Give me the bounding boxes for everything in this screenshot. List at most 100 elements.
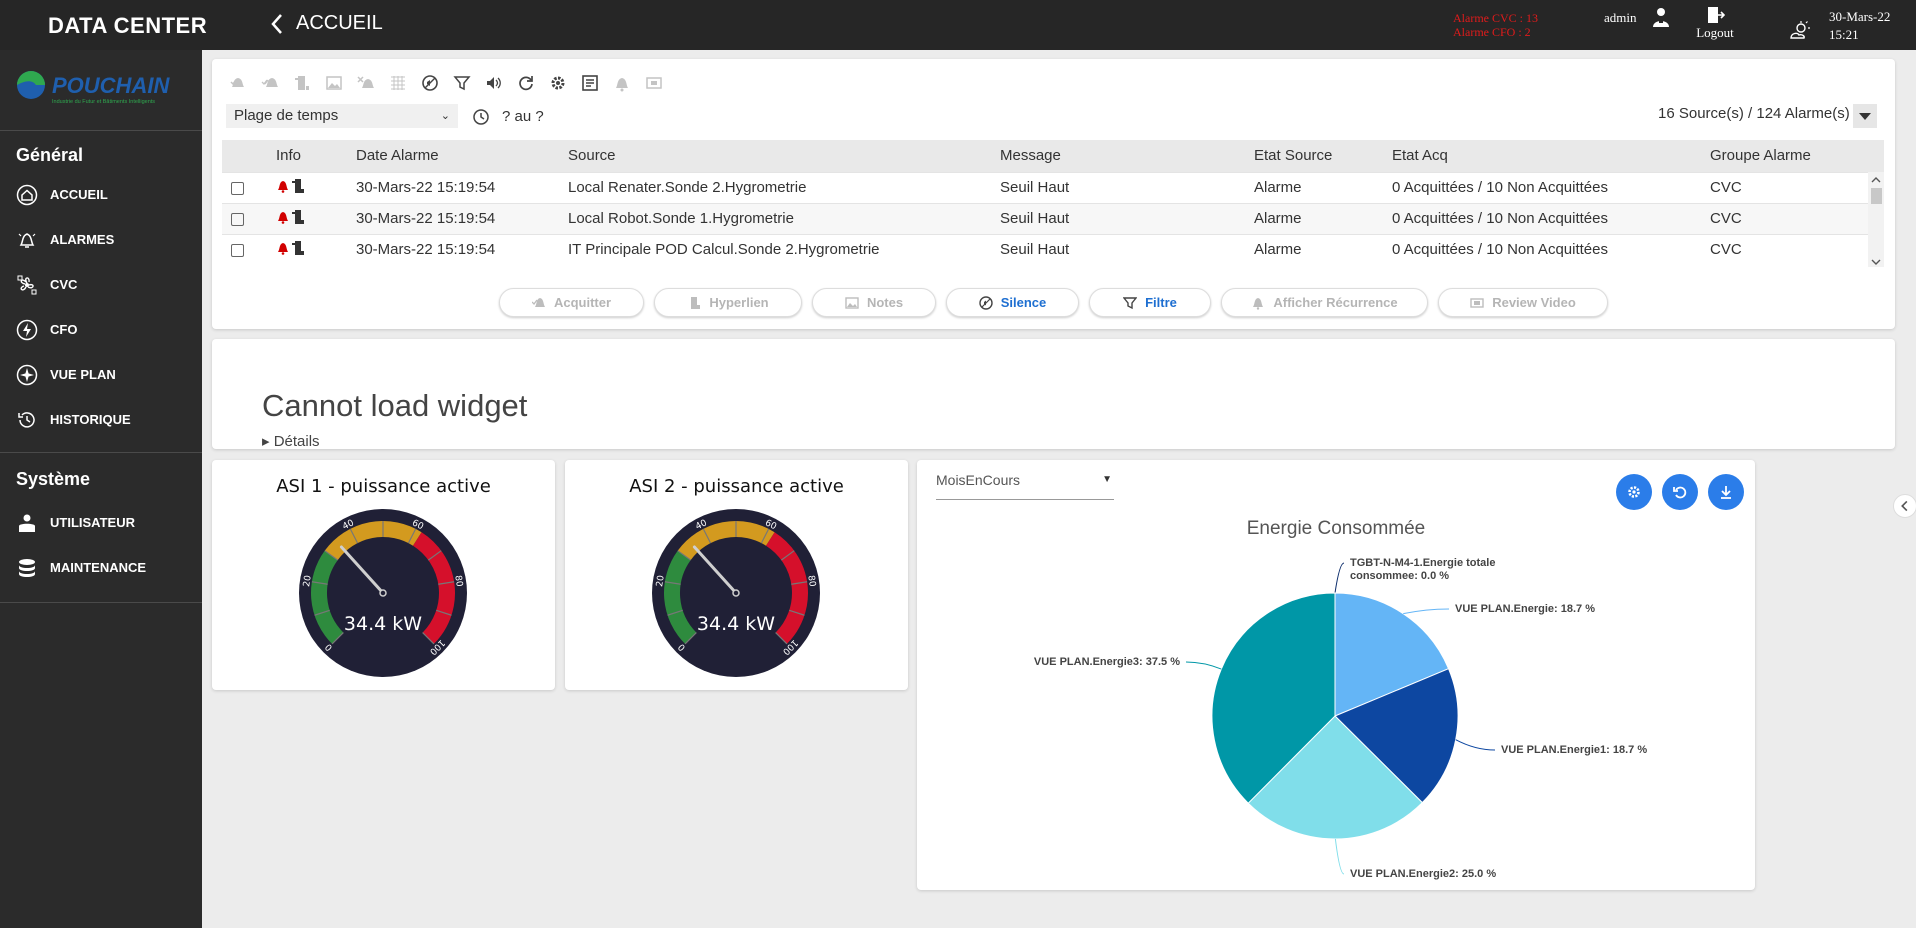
- settings-tool[interactable]: [546, 71, 570, 95]
- pie-data-label: VUE PLAN.Energie: 18.7 %: [1455, 603, 1595, 615]
- gauge-value-label: 34.4 kW: [697, 613, 775, 635]
- silence-tool[interactable]: [418, 71, 442, 95]
- chart-download-button[interactable]: [1708, 474, 1744, 510]
- sidebar-item-historique[interactable]: HISTORIQUE: [0, 397, 202, 442]
- svg-text:POUCHAIN: POUCHAIN: [52, 73, 170, 98]
- column-header-source[interactable]: Source: [568, 140, 1000, 172]
- device-link-icon: [295, 76, 309, 90]
- sidebar-item-alarmes[interactable]: ALARMES: [0, 217, 202, 262]
- gauge-value-label: 34.4 kW: [344, 613, 422, 635]
- video-tool[interactable]: [642, 71, 666, 95]
- alarm-cvc-count[interactable]: Alarme CVC : 13: [1453, 11, 1538, 25]
- logout-button[interactable]: Logout: [1692, 6, 1738, 41]
- column-header-etat-source[interactable]: Etat Source: [1254, 140, 1392, 172]
- sidebar-item-vue-plan[interactable]: VUE PLAN: [0, 352, 202, 397]
- device-link-icon: [292, 241, 304, 256]
- side-panel-toggle[interactable]: [1893, 494, 1916, 518]
- filter-tool[interactable]: [450, 71, 474, 95]
- row-checkbox[interactable]: [231, 181, 244, 195]
- filtre-label: Filtre: [1145, 295, 1177, 310]
- grid-tool[interactable]: [386, 71, 410, 95]
- image-tool[interactable]: [322, 71, 346, 95]
- remove-tool[interactable]: [354, 71, 378, 95]
- review-video-button[interactable]: Review Video: [1438, 288, 1608, 317]
- top-bar: DATA CENTER ACCUEIL Alarme CVC : 13 Alar…: [0, 0, 1916, 50]
- cell-etat-acq: 0 Acquittées / 10 Non Acquittées: [1392, 202, 1710, 234]
- clock-icon[interactable]: [472, 108, 490, 126]
- table-row[interactable]: 30-Mars-22 15:19:54 Local Renater.Sonde …: [222, 171, 1884, 203]
- sidebar-item-cvc[interactable]: CVC: [0, 262, 202, 307]
- refresh-tool[interactable]: [514, 71, 538, 95]
- column-header-groupe[interactable]: Groupe Alarme: [1710, 140, 1884, 172]
- alarm-info-icons[interactable]: [276, 178, 304, 194]
- section-title-systeme: Système: [16, 469, 91, 489]
- period-select-value: MoisEnCours: [936, 472, 1021, 488]
- chart-reset-button[interactable]: [1662, 474, 1698, 510]
- bell-check-icon: [531, 297, 545, 307]
- caret-down-icon: [1859, 113, 1871, 120]
- back-button[interactable]: ACCUEIL: [270, 12, 383, 35]
- pie-data-label: VUE PLAN.Energie1: 18.7 %: [1501, 744, 1647, 756]
- sound-tool[interactable]: [482, 71, 506, 95]
- user-icon: [19, 514, 35, 532]
- alarm-summary[interactable]: Alarme CVC : 13 Alarme CFO : 2: [1453, 11, 1538, 39]
- sidebar-item-label: CFO: [50, 322, 78, 337]
- notes-label: Notes: [866, 295, 904, 310]
- column-header-date[interactable]: Date Alarme: [356, 140, 568, 172]
- filtre-button[interactable]: Filtre: [1089, 288, 1211, 317]
- video-icon: [1470, 297, 1484, 308]
- user-icon[interactable]: [1651, 6, 1671, 28]
- scrollbar-thumb[interactable]: [1871, 188, 1882, 204]
- alarm-info-icons[interactable]: [276, 240, 304, 256]
- row-checkbox[interactable]: [231, 243, 244, 257]
- sidebar-item-label: CVC: [50, 277, 78, 292]
- silence-button[interactable]: Silence: [946, 288, 1079, 317]
- refresh-icon: [519, 76, 533, 91]
- bolt-icon: [16, 319, 38, 340]
- sidebar-item-cfo[interactable]: CFO: [0, 307, 202, 352]
- alarm-table: Info Date Alarme Source Message Etat Sou…: [222, 140, 1884, 265]
- bell-icon: [1253, 297, 1264, 310]
- acknowledge-all-tool[interactable]: [258, 71, 282, 95]
- caret-down-icon: ▼: [1102, 474, 1112, 485]
- acknowledge-tool[interactable]: [226, 71, 250, 95]
- chart-title: Energie Consommée: [1246, 518, 1426, 539]
- section-title-general: Général: [16, 145, 84, 165]
- widget-error-details[interactable]: ▸ Détails: [262, 432, 320, 446]
- table-row[interactable]: 30-Mars-22 15:19:54 IT Principale POD Ca…: [222, 233, 1884, 265]
- silence-icon: [979, 295, 993, 310]
- red-bell-icon: [278, 212, 288, 224]
- column-header-message[interactable]: Message: [1000, 140, 1254, 172]
- acquitter-button[interactable]: Acquitter: [499, 288, 644, 317]
- pie-data-label: TGBT-N-M4-1.Energie totale consommee: 0.0…: [1350, 557, 1495, 582]
- scroll-up-icon[interactable]: [1868, 175, 1884, 185]
- scroll-down-icon[interactable]: [1868, 257, 1884, 267]
- gauge-panel-asi2: ASI 2 - puissance active 0 20 40 60 80 100 34.…: [565, 460, 908, 690]
- count-dropdown-button[interactable]: [1853, 104, 1877, 128]
- cell-source: IT Principale POD Calcul.Sonde 2.Hygrome…: [568, 233, 1000, 265]
- chevron-left-icon: [271, 13, 282, 34]
- app-title: DATA CENTER: [48, 13, 208, 38]
- cell-groupe: CVC: [1710, 202, 1884, 234]
- hyperlien-button[interactable]: Hyperlien: [654, 288, 802, 317]
- sidebar-item-utilisateur[interactable]: UTILISATEUR: [0, 500, 202, 545]
- hyperlink-tool[interactable]: [290, 71, 314, 95]
- notification-tool[interactable]: [610, 71, 634, 95]
- afficher-recurrence-button[interactable]: Afficher Récurrence: [1221, 288, 1428, 317]
- column-header-etat-acq[interactable]: Etat Acq: [1392, 140, 1710, 172]
- table-row[interactable]: 30-Mars-22 15:19:54 Local Robot.Sonde 1.…: [222, 202, 1884, 234]
- alarm-cfo-count[interactable]: Alarme CFO : 2: [1453, 25, 1538, 39]
- alarm-info-icons[interactable]: [276, 209, 304, 225]
- chart-settings-button[interactable]: [1616, 474, 1652, 510]
- row-checkbox[interactable]: [231, 212, 244, 226]
- time-range-select[interactable]: Plage de temps ⌄: [226, 104, 458, 128]
- sidebar-item-accueil[interactable]: ACCUEIL: [0, 172, 202, 217]
- bell-icon: [616, 78, 628, 92]
- period-select[interactable]: MoisEnCours ▼: [936, 470, 1114, 500]
- column-header-info[interactable]: Info: [276, 140, 356, 172]
- bell-remove-icon: [357, 76, 374, 88]
- report-tool[interactable]: [578, 71, 602, 95]
- sidebar-item-maintenance[interactable]: MAINTENANCE: [0, 545, 202, 590]
- notes-button[interactable]: Notes: [812, 288, 936, 317]
- table-scrollbar[interactable]: [1868, 172, 1884, 267]
